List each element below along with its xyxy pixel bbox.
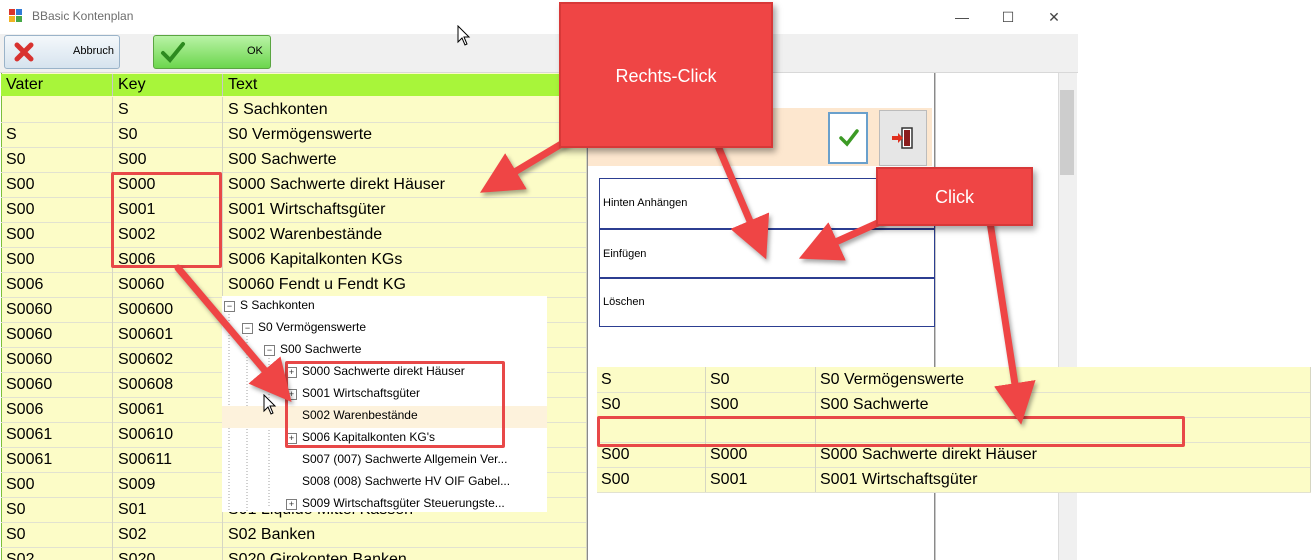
arrow-to-new-row — [986, 218, 1036, 425]
mouse-cursor-icon — [263, 393, 277, 421]
callout-click: Click — [876, 167, 1033, 226]
mouse-cursor-icon — [457, 24, 471, 52]
arrow-to-tree — [174, 264, 292, 403]
arrow-to-einfuegen — [708, 128, 770, 260]
arrow-to-grid-row — [479, 136, 572, 193]
arrow-click-einfuegen — [798, 218, 884, 261]
callout-rechts-click: Rechts-Click — [559, 2, 773, 148]
